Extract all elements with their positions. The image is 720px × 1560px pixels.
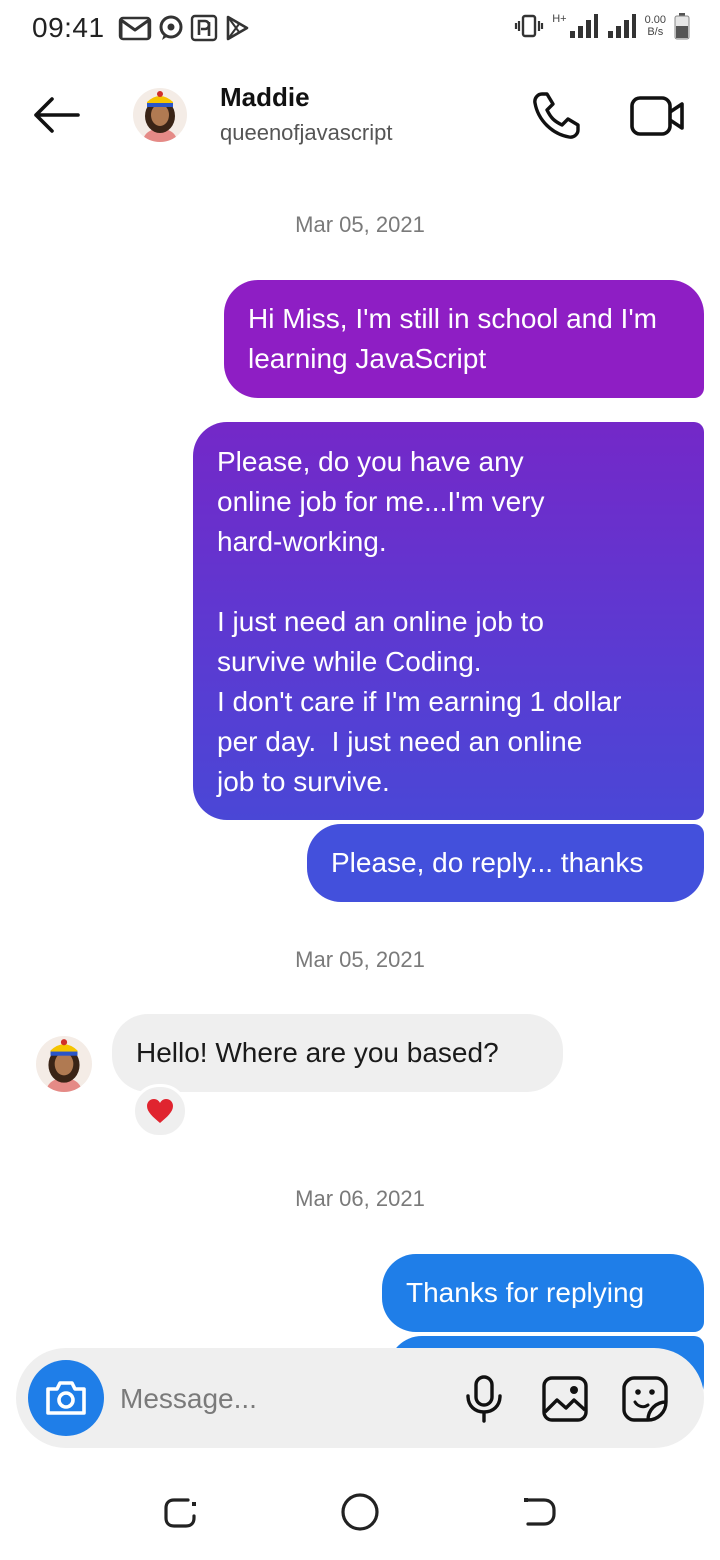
system-icons: H+ 0.00 B/s xyxy=(514,12,690,40)
voice-message-button[interactable] xyxy=(462,1374,506,1424)
vibrate-icon xyxy=(515,14,544,38)
play-store-icon xyxy=(226,15,249,41)
system-nav-bar xyxy=(0,1460,720,1560)
signal-icon xyxy=(607,14,636,38)
video-call-button[interactable] xyxy=(628,90,688,142)
heart-icon xyxy=(147,1099,173,1123)
date-separator: Mar 05, 2021 xyxy=(295,947,425,972)
recent-apps-button[interactable] xyxy=(160,1492,200,1532)
messenger-icon xyxy=(159,15,183,40)
microphone-icon xyxy=(466,1375,502,1423)
date-separator: Mar 05, 2021 xyxy=(295,212,425,237)
home-circle-icon xyxy=(341,1493,379,1531)
message-reaction[interactable] xyxy=(132,1084,188,1138)
signal-icon xyxy=(569,14,598,38)
recent-apps-icon xyxy=(164,1498,196,1528)
data-speed: 0.00 B/s xyxy=(645,14,666,38)
paypal-icon xyxy=(190,14,218,42)
data-speed-unit: B/s xyxy=(647,26,664,38)
data-speed-value: 0.00 xyxy=(644,14,666,26)
incoming-message[interactable]: Hello! Where are you based? xyxy=(112,1014,563,1092)
battery-icon xyxy=(674,13,690,40)
avatar[interactable] xyxy=(36,1036,92,1092)
network-type: H+ xyxy=(552,13,598,39)
status-time: 09:41 xyxy=(32,12,105,43)
contact-username[interactable]: queenofjavascript xyxy=(220,120,392,146)
avatar-image xyxy=(36,1036,92,1092)
system-back-button[interactable] xyxy=(520,1492,560,1532)
outgoing-message[interactable]: Hi Miss, I'm still in school and I'm lea… xyxy=(224,280,704,398)
network-type-label: H+ xyxy=(552,13,567,25)
gmail-icon xyxy=(118,16,152,41)
message-input[interactable] xyxy=(120,1378,440,1420)
sticker-button[interactable] xyxy=(620,1374,670,1424)
phone-icon xyxy=(533,92,580,139)
camera-button[interactable] xyxy=(28,1360,104,1436)
back-button[interactable] xyxy=(28,90,84,140)
outgoing-message[interactable]: Please, do you have any online job for m… xyxy=(193,422,704,820)
back-arrow-icon xyxy=(34,97,80,133)
message-composer xyxy=(16,1348,704,1448)
outgoing-message[interactable]: Thanks for replying xyxy=(382,1254,704,1332)
notification-icons xyxy=(118,14,250,42)
gallery-button[interactable] xyxy=(540,1374,590,1424)
outgoing-message[interactable]: Please, do reply... thanks xyxy=(307,824,704,902)
contact-name[interactable]: Maddie xyxy=(220,82,310,113)
camera-icon xyxy=(46,1381,86,1415)
sticker-icon xyxy=(622,1376,668,1422)
call-button[interactable] xyxy=(528,88,584,144)
home-button[interactable] xyxy=(340,1492,380,1532)
gallery-icon xyxy=(542,1376,588,1422)
video-icon xyxy=(630,96,684,136)
date-separator: Mar 06, 2021 xyxy=(295,1186,425,1211)
chat-header: Maddie queenofjavascript xyxy=(0,58,720,178)
system-back-icon xyxy=(524,1498,556,1526)
avatar-image xyxy=(133,88,187,142)
avatar[interactable] xyxy=(133,88,187,142)
status-bar: 09:41 H+ 0.00 B/s xyxy=(0,0,720,58)
